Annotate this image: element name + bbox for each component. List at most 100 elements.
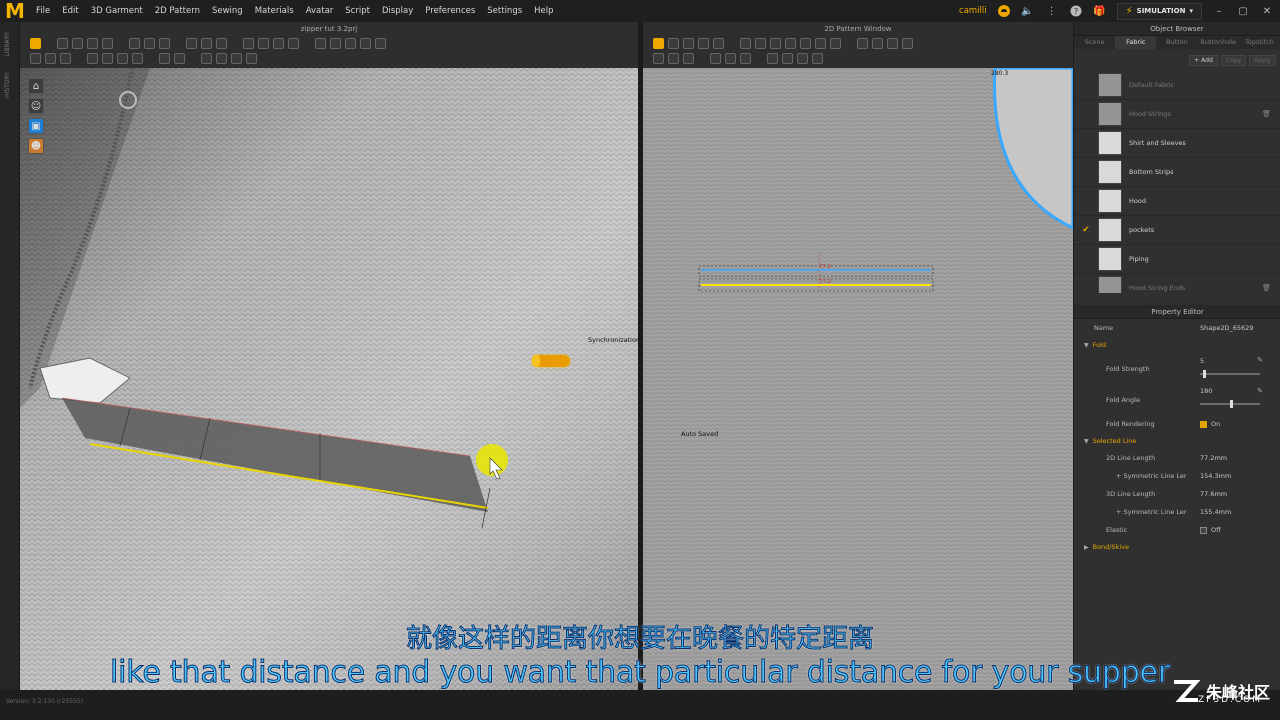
len2d-value[interactable]: 77.2mm: [1200, 454, 1227, 462]
edit-pattern-icon[interactable]: [668, 38, 679, 49]
3d-garment-window[interactable]: zipper tut 3.2prj ⌂ ☺ ▣ ☻ Synchronizatio…: [20, 22, 638, 690]
close-icon[interactable]: ✕: [1260, 4, 1274, 18]
len3d-value[interactable]: 77.6mm: [1200, 490, 1227, 498]
menu-help[interactable]: Help: [528, 6, 559, 16]
list-item[interactable]: Default Fabric: [1074, 71, 1280, 100]
trace-icon[interactable]: [857, 38, 868, 49]
menu-settings[interactable]: Settings: [481, 6, 528, 16]
menu-preferences[interactable]: Preferences: [419, 6, 481, 16]
checkbox-off[interactable]: [1200, 526, 1207, 534]
more-menu-icon[interactable]: ⋮: [1045, 4, 1059, 18]
list-item[interactable]: Bottom Strips: [1074, 158, 1280, 187]
2d-texture-icon[interactable]: [710, 53, 721, 64]
edit-curve-icon[interactable]: [683, 38, 694, 49]
menu-file[interactable]: File: [30, 6, 56, 16]
darts-icon[interactable]: [830, 38, 841, 49]
steam-icon[interactable]: [102, 53, 113, 64]
list-item[interactable]: Hood: [1074, 187, 1280, 216]
fold-section[interactable]: ▼ Fold: [1074, 337, 1280, 353]
internal-circle-icon[interactable]: [815, 38, 826, 49]
2d-pattern-window[interactable]: 2D Pattern Window 280.3 77.2 77.2 Auto S…: [643, 22, 1073, 690]
texture-tool-icon[interactable]: [315, 38, 326, 49]
rectangle-icon[interactable]: [755, 38, 766, 49]
add-point-icon[interactable]: [713, 38, 724, 49]
trash-icon[interactable]: 🗑: [1262, 284, 1280, 292]
selected-line-section[interactable]: ▼ Selected Line: [1074, 433, 1280, 449]
avatar-tool-icon[interactable]: [30, 53, 41, 64]
tab-topstitch[interactable]: Topstitch: [1239, 36, 1280, 49]
show-3d-icon[interactable]: [201, 53, 212, 64]
cloud-icon[interactable]: [997, 4, 1011, 18]
internal-rect-icon[interactable]: [800, 38, 811, 49]
maximize-icon[interactable]: ▢: [1236, 4, 1250, 18]
tab-buttonhole[interactable]: Buttonhole: [1198, 36, 1239, 49]
simulation-mode-dropdown[interactable]: ⚡ SIMULATION ▾: [1116, 2, 1202, 20]
show-pins-icon[interactable]: [246, 53, 257, 64]
menu-2d-pattern[interactable]: 2D Pattern: [149, 6, 206, 16]
menu-edit[interactable]: Edit: [56, 6, 84, 16]
help-icon[interactable]: ?: [1069, 4, 1083, 18]
zipper-icon[interactable]: [243, 38, 254, 49]
fold-tool-icon[interactable]: [159, 38, 170, 49]
slider-thumb[interactable]: [1230, 400, 1233, 408]
2d-select-icon[interactable]: [653, 38, 664, 49]
buttonhole-icon[interactable]: [360, 38, 371, 49]
trash-icon[interactable]: 🗑: [1262, 110, 1280, 118]
circle-icon[interactable]: [770, 38, 781, 49]
copy-fabric-button[interactable]: Copy: [1220, 54, 1247, 66]
fold-rendering-toggle[interactable]: On: [1200, 420, 1220, 428]
2d-ruler-icon[interactable]: [767, 53, 778, 64]
sym2d-value[interactable]: 154.3mm: [1200, 472, 1231, 480]
fold-angle-slider[interactable]: [1200, 400, 1260, 408]
tab-button[interactable]: Button: [1156, 36, 1197, 49]
2d-topstitch-icon[interactable]: [812, 53, 823, 64]
apply-fabric-button[interactable]: Apply: [1249, 54, 1276, 66]
2d-graphic-icon[interactable]: [725, 53, 736, 64]
avatar-body-icon[interactable]: ☺: [28, 98, 44, 114]
checkbox-on[interactable]: [1200, 420, 1207, 428]
menu-display[interactable]: Display: [376, 6, 419, 16]
fitting-icon[interactable]: [60, 53, 71, 64]
show-avatar-icon[interactable]: [216, 53, 227, 64]
internal-polygon-icon[interactable]: [785, 38, 796, 49]
avatar-skin-icon[interactable]: ☻: [28, 138, 44, 154]
name-value[interactable]: Shape2D_65629: [1200, 324, 1253, 332]
shrink-icon[interactable]: [117, 53, 128, 64]
edit-icon[interactable]: ✎: [1257, 356, 1263, 364]
transform-tool-icon[interactable]: [57, 38, 68, 49]
topstitch-icon[interactable]: [375, 38, 386, 49]
curve-point-icon[interactable]: [698, 38, 709, 49]
bond-skive-section[interactable]: ▶ Bond/Skive: [1074, 539, 1280, 555]
measure-icon[interactable]: [216, 38, 227, 49]
fold-strength-slider[interactable]: [1200, 370, 1260, 378]
gift-icon[interactable]: 🎁: [1093, 4, 1107, 18]
sym3d-value[interactable]: 155.4mm: [1200, 508, 1231, 516]
graphic-tool-icon[interactable]: [330, 38, 341, 49]
elastic-toggle[interactable]: Off: [1200, 526, 1221, 534]
piping-icon[interactable]: [273, 38, 284, 49]
select-tool-icon[interactable]: [30, 38, 41, 49]
tab-fabric[interactable]: Fabric: [1115, 36, 1157, 49]
fold-angle-value[interactable]: 180: [1200, 387, 1212, 395]
menu-3d-garment[interactable]: 3D Garment: [85, 6, 149, 16]
flatten-icon[interactable]: [87, 53, 98, 64]
box-select-icon[interactable]: [72, 38, 83, 49]
list-item[interactable]: Hood Strings 🗑: [1074, 100, 1280, 129]
slider-thumb[interactable]: [1203, 370, 1206, 378]
fold-strength-value[interactable]: 5: [1200, 357, 1204, 365]
tab-scene[interactable]: Scene: [1074, 36, 1115, 49]
polygon-icon[interactable]: [740, 38, 751, 49]
menu-sewing[interactable]: Sewing: [206, 6, 249, 16]
segment-sewing-icon[interactable]: [129, 38, 140, 49]
2d-edit-sewing-icon[interactable]: [683, 53, 694, 64]
user-name[interactable]: camilli: [959, 6, 987, 16]
menu-avatar[interactable]: Avatar: [300, 6, 340, 16]
volume-icon[interactable]: 🔈: [1021, 4, 1035, 18]
library-tab[interactable]: LIBRARY: [4, 32, 11, 57]
avatar-garment-icon[interactable]: ▣: [28, 118, 44, 134]
arrangement-icon[interactable]: [45, 53, 56, 64]
edit-icon[interactable]: ✎: [1257, 387, 1263, 395]
2d-button-icon[interactable]: [740, 53, 751, 64]
add-fabric-button[interactable]: + Add: [1189, 54, 1218, 66]
free-sewing-icon[interactable]: [144, 38, 155, 49]
